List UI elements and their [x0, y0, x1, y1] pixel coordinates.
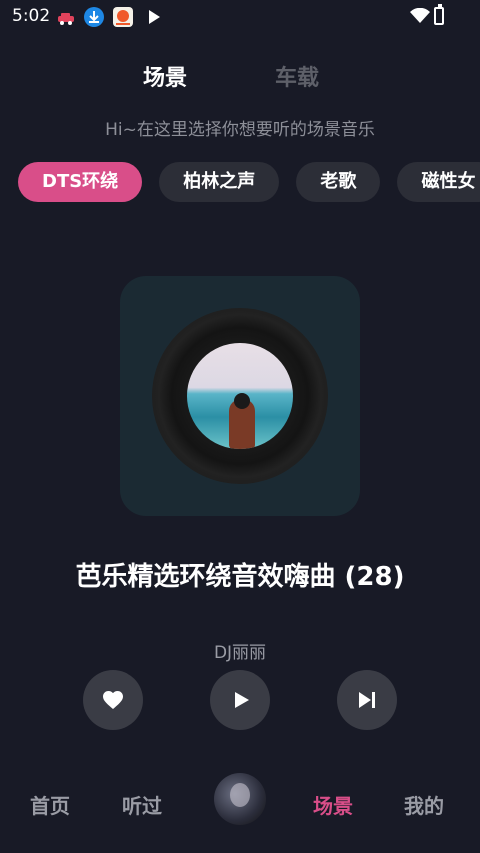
- chip-dts[interactable]: DTS环绕: [18, 162, 143, 202]
- status-time: 5:02: [12, 6, 51, 26]
- nav-home[interactable]: 首页: [30, 790, 70, 819]
- chip-berlin[interactable]: 柏林之声: [159, 162, 280, 202]
- tab-car[interactable]: 车载: [275, 60, 319, 92]
- play-store-icon: [144, 7, 164, 27]
- vinyl-record: [152, 308, 328, 484]
- favorite-icon: [103, 691, 123, 709]
- wifi-icon: [410, 7, 430, 28]
- play-button[interactable]: [210, 670, 270, 730]
- artist-name: DJ丽丽: [213, 643, 267, 663]
- now-playing-avatar[interactable]: [214, 773, 266, 825]
- bottom-nav: 首页 听过 场景 我的: [0, 760, 480, 840]
- car-notification-icon: [56, 7, 76, 27]
- song-title: 芭乐精选环绕音效嗨曲 (28): [75, 562, 405, 592]
- chip-oldies[interactable]: 老歌: [296, 162, 381, 202]
- tab-scene[interactable]: 场景: [143, 60, 187, 92]
- favorite-button[interactable]: [83, 670, 143, 730]
- battery-icon: [434, 4, 444, 25]
- category-chips: DTS环绕 柏林之声 老歌 磁性女: [18, 162, 480, 202]
- nav-history[interactable]: 听过: [122, 790, 162, 819]
- status-bar: 5:02: [0, 0, 480, 32]
- next-icon: [359, 692, 375, 708]
- nav-scene[interactable]: 场景: [313, 790, 353, 819]
- page-subtitle: Hi~在这里选择你想要听的场景音乐: [105, 120, 375, 140]
- next-button[interactable]: [337, 670, 397, 730]
- chip-magnetic[interactable]: 磁性女: [397, 162, 480, 202]
- play-icon: [235, 692, 249, 708]
- cover-image: [187, 343, 293, 449]
- person-figure: [229, 393, 255, 449]
- nav-mine[interactable]: 我的: [404, 790, 444, 819]
- app-notification-icon: [113, 7, 133, 27]
- download-icon: [84, 7, 104, 27]
- album-cover[interactable]: [120, 276, 360, 516]
